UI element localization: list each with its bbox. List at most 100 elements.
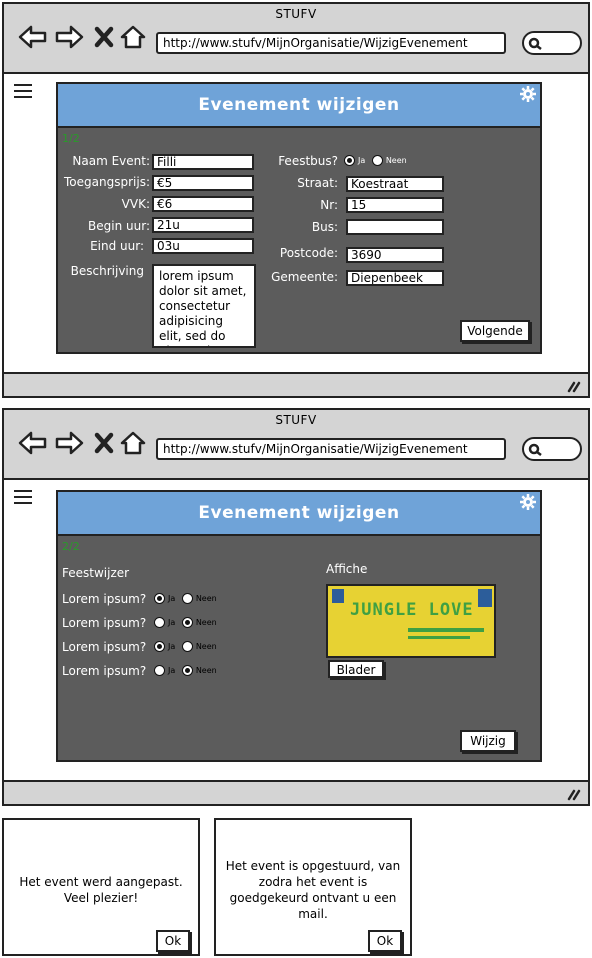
- naam-event-input[interactable]: Filli: [152, 154, 254, 170]
- question-neen-label: Neen: [195, 594, 217, 603]
- eind-uur-input[interactable]: 03u: [152, 238, 254, 254]
- label-bus: Bus:: [311, 220, 338, 234]
- feestwijzer-label: Feestwijzer: [62, 566, 130, 580]
- question-label: Lorem ipsum?: [62, 592, 147, 606]
- label-vvk: VVK:: [121, 197, 150, 211]
- window-title: STUFV: [275, 413, 317, 427]
- begin-uur-input[interactable]: 21u: [152, 217, 254, 233]
- step-indicator: 2/2: [62, 540, 80, 553]
- panel-header: Evenement wijzigen: [58, 84, 540, 128]
- question-radio-group: Ja Neen: [154, 665, 221, 676]
- question-ja-label: Ja: [168, 618, 176, 627]
- question-neen-radio[interactable]: [181, 617, 193, 628]
- browser-window-step2: STUFV http://www.stufv/MijnOrganisatie/W…: [2, 408, 590, 806]
- status-bar: [4, 780, 588, 804]
- toegangsprijs-input[interactable]: €5: [152, 175, 254, 191]
- question-ja-label: Ja: [168, 666, 176, 675]
- vvk-input[interactable]: €6: [152, 196, 254, 212]
- label-gemeente: Gemeente:: [271, 270, 338, 284]
- step-indicator: 1/2: [62, 132, 80, 145]
- browser-titlebar: STUFV http://www.stufv/MijnOrganisatie/W…: [4, 410, 588, 480]
- dialog-message: Het event werd aangepast. Veel plezier!: [19, 875, 183, 905]
- dialog-message: Het event is opgestuurd, van zodra het e…: [225, 859, 401, 921]
- question-ja-label: Ja: [168, 642, 176, 651]
- affiche-image: JUNGLE LOVE: [326, 584, 496, 658]
- window-title: STUFV: [275, 7, 317, 21]
- label-begin-uur: Begin uur:: [88, 219, 150, 233]
- question-ja-radio[interactable]: [154, 617, 165, 628]
- volgende-button[interactable]: Volgende: [460, 320, 530, 342]
- feestbus-neen-label: Neen: [385, 156, 407, 165]
- back-icon[interactable]: [18, 24, 48, 50]
- close-icon[interactable]: [94, 24, 114, 50]
- resize-icon[interactable]: [566, 787, 582, 801]
- panel-title: Evenement wijzigen: [198, 95, 400, 115]
- question-ja-radio[interactable]: [154, 593, 165, 604]
- ok-button[interactable]: Ok: [156, 930, 190, 952]
- question-label: Lorem ipsum?: [62, 664, 147, 678]
- gear-icon[interactable]: [520, 494, 536, 510]
- question-neen-radio[interactable]: [181, 593, 193, 604]
- bus-input[interactable]: [346, 219, 444, 235]
- address-bar[interactable]: http://www.stufv/MijnOrganisatie/WijzigE…: [156, 32, 506, 54]
- feestbus-neen-radio[interactable]: [371, 155, 383, 166]
- confirmation-dialog-submitted: Het event is opgestuurd, van zodra het e…: [214, 818, 412, 956]
- question-ja-radio[interactable]: [154, 641, 165, 652]
- feestbus-ja-label: Ja: [358, 156, 366, 165]
- label-straat: Straat:: [297, 176, 338, 190]
- edit-event-panel: Evenement wijzigen 2/2 Feestwijzer Lorem…: [56, 490, 542, 762]
- confirmation-dialog-updated: Het event werd aangepast. Veel plezier! …: [2, 818, 200, 956]
- question-neen-label: Neen: [195, 666, 217, 675]
- question-ja-label: Ja: [168, 594, 176, 603]
- forward-icon[interactable]: [54, 24, 84, 50]
- beschrijving-textarea[interactable]: lorem ipsum dolor sit amet, consectetur …: [152, 264, 256, 348]
- question-radio-group: Ja Neen: [154, 593, 221, 604]
- menu-icon[interactable]: [14, 490, 36, 510]
- wijzig-button[interactable]: Wijzig: [460, 730, 516, 752]
- back-icon[interactable]: [18, 430, 48, 456]
- nr-input[interactable]: 15: [346, 197, 444, 213]
- forward-icon[interactable]: [54, 430, 84, 456]
- label-beschrijving: Beschrijving: [70, 264, 144, 278]
- menu-icon[interactable]: [14, 84, 36, 104]
- postcode-input[interactable]: 3690: [346, 247, 444, 263]
- question-ja-radio[interactable]: [154, 665, 165, 676]
- label-toegangsprijs: Toegangsprijs:: [64, 175, 150, 189]
- question-neen-label: Neen: [195, 642, 217, 651]
- question-label: Lorem ipsum?: [62, 640, 147, 654]
- search-icon: [528, 443, 542, 456]
- gear-icon[interactable]: [520, 86, 536, 102]
- question-neen-radio[interactable]: [181, 641, 193, 652]
- home-icon[interactable]: [120, 430, 146, 456]
- home-icon[interactable]: [120, 24, 146, 50]
- search-field[interactable]: [522, 31, 582, 55]
- search-field[interactable]: [522, 437, 582, 461]
- affiche-label: Affiche: [326, 562, 368, 576]
- feestbus-ja-radio[interactable]: [344, 155, 355, 166]
- label-eind-uur: Eind uur:: [90, 239, 144, 253]
- ok-button[interactable]: Ok: [368, 930, 402, 952]
- question-neen-label: Neen: [195, 618, 217, 627]
- close-icon[interactable]: [94, 430, 114, 456]
- question-radio-group: Ja Neen: [154, 617, 221, 628]
- search-icon: [528, 37, 542, 50]
- label-feestbus: Feestbus?: [278, 154, 338, 168]
- gemeente-input[interactable]: Diepenbeek: [346, 270, 444, 286]
- resize-icon[interactable]: [566, 379, 582, 393]
- panel-header: Evenement wijzigen: [58, 492, 540, 536]
- label-naam-event: Naam Event:: [72, 154, 150, 168]
- browser-window-step1: STUFV http://www.stufv/MijnOrganisatie/W…: [2, 2, 590, 398]
- question-neen-radio[interactable]: [181, 665, 193, 676]
- label-nr: Nr:: [320, 198, 338, 212]
- affiche-image-title: JUNGLE LOVE: [350, 600, 474, 620]
- question-label: Lorem ipsum?: [62, 616, 147, 630]
- panel-title: Evenement wijzigen: [198, 503, 400, 523]
- blader-button[interactable]: Blader: [328, 660, 384, 678]
- status-bar: [4, 372, 588, 396]
- feestbus-radio-group: Ja Neen: [344, 155, 411, 166]
- label-postcode: Postcode:: [279, 246, 338, 260]
- straat-input[interactable]: Koestraat: [346, 176, 444, 192]
- address-bar[interactable]: http://www.stufv/MijnOrganisatie/WijzigE…: [156, 438, 506, 460]
- browser-titlebar: STUFV http://www.stufv/MijnOrganisatie/W…: [4, 4, 588, 74]
- edit-event-panel: Evenement wijzigen 1/2 Naam Event: Toega…: [56, 82, 542, 354]
